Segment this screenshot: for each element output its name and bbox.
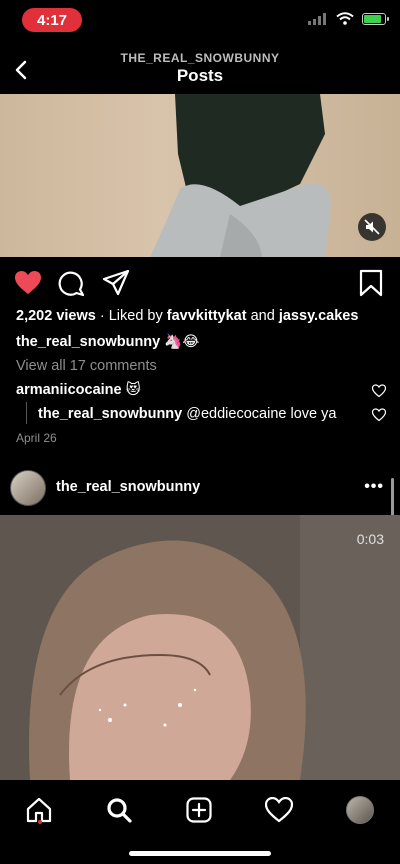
- nav-profile[interactable]: [340, 790, 380, 830]
- comment-text: 😻: [125, 382, 141, 398]
- search-icon: [107, 798, 132, 823]
- views-likes-line: 2,202 views · Liked by favvkittykat and …: [16, 308, 358, 324]
- comment: armaniicocaine 😻: [16, 382, 141, 398]
- post-date: April 26: [16, 431, 57, 445]
- mute-button[interactable]: [358, 213, 386, 241]
- battery-icon: [362, 12, 389, 25]
- wifi-icon: [336, 12, 354, 25]
- more-options-button[interactable]: •••: [364, 478, 384, 496]
- liked-by-and: and: [250, 308, 275, 324]
- share-icon[interactable]: [102, 269, 130, 297]
- comment-username[interactable]: armaniicocaine: [16, 382, 122, 398]
- reply-text: @eddiecocaine love ya: [186, 406, 337, 422]
- page-title: Posts: [176, 66, 224, 85]
- post-video-2[interactable]: [0, 515, 400, 780]
- nav-search[interactable]: [99, 790, 139, 830]
- nav-activity[interactable]: [259, 790, 299, 830]
- profile-avatar: [346, 796, 374, 824]
- liked-by-other[interactable]: jassy.cakes: [279, 308, 359, 324]
- caption-username[interactable]: the_real_snowbunny: [16, 334, 160, 350]
- nav-home[interactable]: [19, 790, 59, 830]
- signal-icon: [308, 12, 326, 25]
- status-time: 4:17: [22, 8, 82, 32]
- caption: the_real_snowbunny 🦄😂: [16, 333, 199, 350]
- reply-thread-line: [26, 402, 27, 424]
- video-duration: 0:03: [356, 531, 384, 547]
- separator: ·: [99, 308, 105, 324]
- save-button[interactable]: [356, 268, 386, 298]
- bookmark-icon: [359, 269, 383, 297]
- home-indicator[interactable]: [129, 851, 271, 856]
- post-video[interactable]: [0, 94, 400, 257]
- post-actions: [14, 267, 130, 299]
- views-count[interactable]: 2,202 views: [16, 308, 96, 324]
- reply-comment: the_real_snowbunny @eddiecocaine love ya: [38, 406, 336, 422]
- new-post-icon: [186, 797, 212, 823]
- header-username: THE_REAL_SNOWBUNNY: [120, 51, 280, 65]
- activity-icon: [265, 797, 293, 823]
- liked-by-user[interactable]: favvkittykat: [167, 308, 247, 324]
- liked-by-label: Liked by: [108, 308, 163, 324]
- reply-username[interactable]: the_real_snowbunny: [38, 406, 182, 422]
- reply-like-heart-icon[interactable]: [372, 408, 386, 422]
- speaker-muted-icon: [364, 219, 380, 235]
- home-notification-dot: [38, 820, 42, 824]
- nav-new-post[interactable]: [179, 790, 219, 830]
- post-username[interactable]: the_real_snowbunny: [56, 479, 200, 495]
- avatar[interactable]: [10, 470, 46, 506]
- comment-icon[interactable]: [58, 269, 86, 297]
- comment-like-heart-icon[interactable]: [372, 384, 386, 398]
- caption-text: 🦄😂: [164, 334, 200, 350]
- like-heart-icon[interactable]: [14, 270, 42, 296]
- view-all-comments-link[interactable]: View all 17 comments: [16, 358, 157, 374]
- status-icons: [308, 12, 389, 25]
